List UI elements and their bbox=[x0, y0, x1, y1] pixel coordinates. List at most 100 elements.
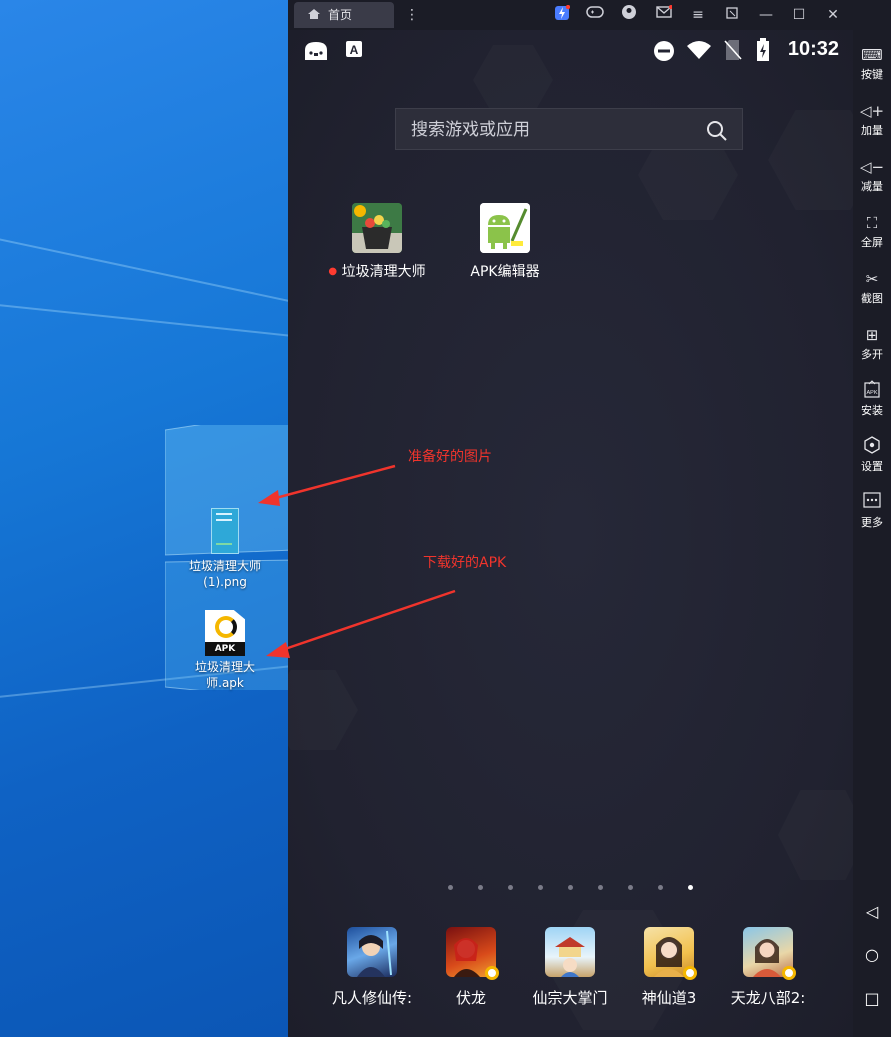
mail-icon[interactable] bbox=[654, 5, 674, 25]
side-button-multi-instance[interactable]: ⊞ 多开 bbox=[853, 324, 891, 362]
dock-app-label: 神仙道3 bbox=[641, 989, 697, 1007]
recents-nav-icon[interactable]: □ bbox=[863, 990, 881, 1008]
apk-install-icon: APK bbox=[853, 380, 891, 402]
side-button-volume-down[interactable]: ◁− 减量 bbox=[853, 156, 891, 194]
page-dot[interactable] bbox=[628, 885, 634, 890]
keyboard-icon: ⌨ bbox=[861, 46, 883, 64]
desktop-file-apk[interactable]: APK 垃圾清理大师.apk bbox=[180, 610, 270, 691]
background-hexagon bbox=[768, 110, 853, 210]
fulong-game-icon bbox=[446, 927, 499, 980]
side-button-label: 设置 bbox=[861, 460, 883, 473]
side-button-label: 减量 bbox=[861, 180, 883, 193]
desktop-file-label: 垃圾清理大师.apk bbox=[194, 660, 255, 690]
side-button-screenshot[interactable]: ✂ 截图 bbox=[853, 268, 891, 306]
gamepad-icon[interactable] bbox=[585, 5, 605, 25]
game-controller-icon bbox=[305, 42, 327, 60]
emulator-window: 首页 ⋮ ≡ — ☐ ✕ A 10:32 搜索游戏或应用 ● 垃圾清理大师 AP… bbox=[288, 0, 853, 1037]
scissors-icon: ✂ bbox=[865, 270, 879, 288]
xianzong-game-icon bbox=[545, 927, 595, 977]
settings-icon bbox=[853, 436, 891, 458]
emulator-titlebar: 首页 ⋮ ≡ — ☐ ✕ bbox=[288, 0, 853, 30]
boost-icon[interactable] bbox=[552, 4, 572, 25]
windows-desktop: 垃圾清理大师(1).png APK 垃圾清理大师.apk bbox=[0, 0, 288, 1037]
page-dot[interactable] bbox=[447, 885, 453, 890]
dock-app-label: 天龙八部2: bbox=[730, 989, 806, 1007]
wifi-icon bbox=[687, 41, 711, 59]
do-not-disturb-icon bbox=[654, 41, 674, 61]
apk-file-icon: APK bbox=[205, 610, 245, 656]
emulator-side-toolbar: ⌨ 按键 ◁+ 加量 ◁− 减量 ⛶ 全屏 ✂ 截图 ⊞ 多开 APK 安装 设… bbox=[853, 0, 891, 1037]
app-apk-editor[interactable]: APK编辑器 bbox=[445, 203, 565, 281]
page-dot[interactable] bbox=[477, 885, 483, 890]
multi-instance-icon: ⊞ bbox=[865, 326, 879, 344]
dock-app-fanren[interactable]: 凡人修仙传: bbox=[322, 927, 422, 1008]
annotation-downloaded-apk: 下载好的APK bbox=[423, 555, 507, 571]
page-dot[interactable] bbox=[507, 885, 513, 890]
dock-app-label: 仙宗大掌门 bbox=[532, 989, 608, 1007]
home-nav-icon[interactable]: ○ bbox=[863, 946, 881, 964]
side-button-volume-up[interactable]: ◁+ 加量 bbox=[853, 100, 891, 138]
apk-badge-text: APK bbox=[205, 642, 245, 656]
page-dot[interactable] bbox=[658, 885, 664, 890]
volume-up-icon: ◁+ bbox=[859, 102, 885, 120]
side-button-label: 全屏 bbox=[861, 236, 883, 249]
tab-menu-icon[interactable]: ⋮ bbox=[402, 5, 422, 25]
no-sim-icon bbox=[724, 40, 742, 60]
page-dot[interactable] bbox=[568, 885, 573, 890]
battery-charging-icon bbox=[757, 38, 769, 61]
page-dot-active[interactable] bbox=[688, 885, 694, 890]
trash-cleaner-app-icon bbox=[352, 203, 402, 253]
svg-text:A: A bbox=[350, 43, 359, 57]
image-file-icon bbox=[211, 508, 239, 554]
volume-down-icon: ◁− bbox=[859, 158, 885, 176]
app-trash-cleaner[interactable]: ● 垃圾清理大师 bbox=[317, 203, 437, 281]
dock-app-fulong[interactable]: 伏龙 bbox=[421, 927, 521, 1008]
desktop-file-png[interactable]: 垃圾清理大师(1).png bbox=[180, 508, 270, 590]
search-icon[interactable] bbox=[706, 120, 728, 142]
side-button-label: 按键 bbox=[861, 68, 883, 81]
side-button-label: 截图 bbox=[861, 292, 883, 305]
side-button-more[interactable]: 更多 bbox=[853, 492, 891, 530]
page-dot[interactable] bbox=[598, 885, 604, 890]
menu-icon[interactable]: ≡ bbox=[688, 5, 708, 25]
close-icon[interactable]: ✕ bbox=[823, 5, 843, 25]
side-button-settings[interactable]: 设置 bbox=[853, 436, 891, 474]
dock-app-tianlong[interactable]: 天龙八部2: bbox=[718, 927, 818, 1008]
game-center-badge-icon bbox=[683, 966, 697, 980]
side-button-label: 安装 bbox=[861, 404, 883, 417]
home-icon bbox=[308, 9, 320, 19]
side-button-install-apk[interactable]: APK 安装 bbox=[853, 380, 891, 418]
back-nav-icon[interactable]: ◁ bbox=[863, 903, 881, 921]
new-app-dot: ● bbox=[328, 266, 338, 277]
page-indicator bbox=[288, 875, 853, 894]
android-status-bar: A 10:32 bbox=[288, 30, 853, 70]
side-button-label: 更多 bbox=[861, 516, 883, 529]
wallpaper-light-beam bbox=[0, 300, 288, 342]
game-center-badge-icon bbox=[485, 966, 499, 980]
minimize-icon[interactable]: — bbox=[756, 5, 776, 25]
side-button-keymap[interactable]: ⌨ 按键 bbox=[853, 44, 891, 82]
svg-text:APK: APK bbox=[866, 390, 877, 396]
tianlong-game-icon bbox=[743, 927, 796, 980]
dock-app-shenxiandao[interactable]: 神仙道3 bbox=[619, 927, 719, 1008]
wallpaper-light-beam bbox=[0, 230, 288, 311]
tab-home[interactable]: 首页 bbox=[294, 2, 394, 28]
restore-window-icon[interactable] bbox=[722, 5, 742, 25]
tab-label: 首页 bbox=[328, 8, 353, 22]
account-icon[interactable] bbox=[619, 5, 639, 25]
fullscreen-icon: ⛶ bbox=[866, 214, 878, 232]
more-icon bbox=[853, 492, 891, 514]
page-dot[interactable] bbox=[537, 885, 543, 890]
dock-app-xianzong[interactable]: 仙宗大掌门 bbox=[520, 927, 620, 1008]
android-screen: A 10:32 ● 垃圾清理大师 APK编辑器 bbox=[288, 30, 853, 1037]
apk-editor-app-icon bbox=[480, 203, 530, 253]
maximize-icon[interactable]: ☐ bbox=[789, 5, 809, 25]
side-button-label: 多开 bbox=[861, 348, 883, 361]
search-input[interactable] bbox=[396, 109, 713, 151]
shenxiandao-game-icon bbox=[644, 927, 697, 980]
app-search-bar[interactable] bbox=[395, 108, 743, 151]
dock-app-label: 凡人修仙传: bbox=[331, 989, 413, 1007]
annotation-prepared-picture: 准备好的图片 bbox=[408, 449, 492, 465]
background-hexagon bbox=[778, 790, 853, 880]
side-button-fullscreen[interactable]: ⛶ 全屏 bbox=[853, 212, 891, 250]
